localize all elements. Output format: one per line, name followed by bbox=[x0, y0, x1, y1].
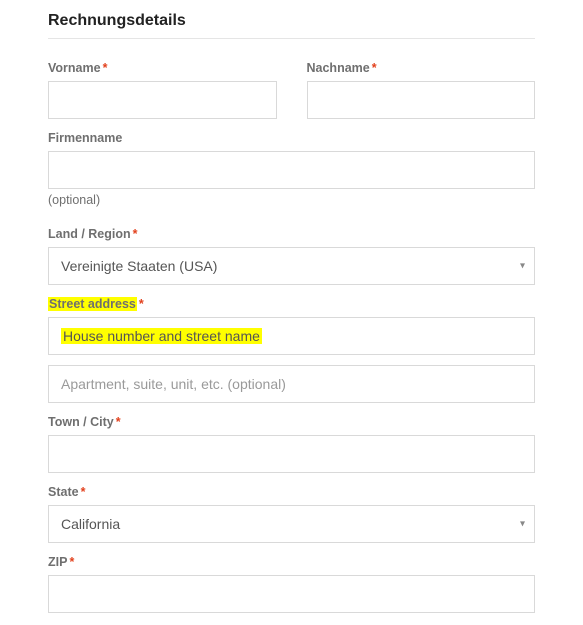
required-marker: * bbox=[103, 61, 108, 75]
zip-label: ZIP* bbox=[48, 555, 535, 569]
first-name-input[interactable] bbox=[48, 81, 277, 119]
required-marker: * bbox=[133, 227, 138, 241]
first-name-label-text: Vorname bbox=[48, 61, 101, 75]
last-name-label: Nachname* bbox=[307, 61, 536, 75]
last-name-label-text: Nachname bbox=[307, 61, 370, 75]
company-input[interactable] bbox=[48, 151, 535, 189]
first-name-label: Vorname* bbox=[48, 61, 277, 75]
city-input[interactable] bbox=[48, 435, 535, 473]
state-label-text: State bbox=[48, 485, 79, 499]
section-title: Rechnungsdetails bbox=[48, 12, 535, 30]
required-marker: * bbox=[69, 555, 74, 569]
company-optional-note: (optional) bbox=[48, 193, 535, 207]
street-line2-input[interactable] bbox=[48, 365, 535, 403]
country-label-text: Land / Region bbox=[48, 227, 131, 241]
country-select[interactable]: Vereinigte Staaten (USA) ▾ bbox=[48, 247, 535, 285]
required-marker: * bbox=[81, 485, 86, 499]
zip-label-text: ZIP bbox=[48, 555, 67, 569]
state-label: State* bbox=[48, 485, 535, 499]
required-marker: * bbox=[116, 415, 121, 429]
state-selected-value: California bbox=[48, 505, 535, 543]
required-marker: * bbox=[372, 61, 377, 75]
street-label: Street address* bbox=[48, 297, 535, 311]
city-label: Town / City* bbox=[48, 415, 535, 429]
last-name-input[interactable] bbox=[307, 81, 536, 119]
country-selected-value: Vereinigte Staaten (USA) bbox=[48, 247, 535, 285]
zip-input[interactable] bbox=[48, 575, 535, 613]
company-label: Firmenname bbox=[48, 131, 535, 145]
city-label-text: Town / City bbox=[48, 415, 114, 429]
country-label: Land / Region* bbox=[48, 227, 535, 241]
state-select[interactable]: California ▾ bbox=[48, 505, 535, 543]
street-label-text: Street address bbox=[48, 297, 137, 311]
required-marker: * bbox=[139, 297, 144, 311]
section-divider bbox=[48, 38, 535, 39]
street-line1-input[interactable] bbox=[48, 317, 535, 355]
